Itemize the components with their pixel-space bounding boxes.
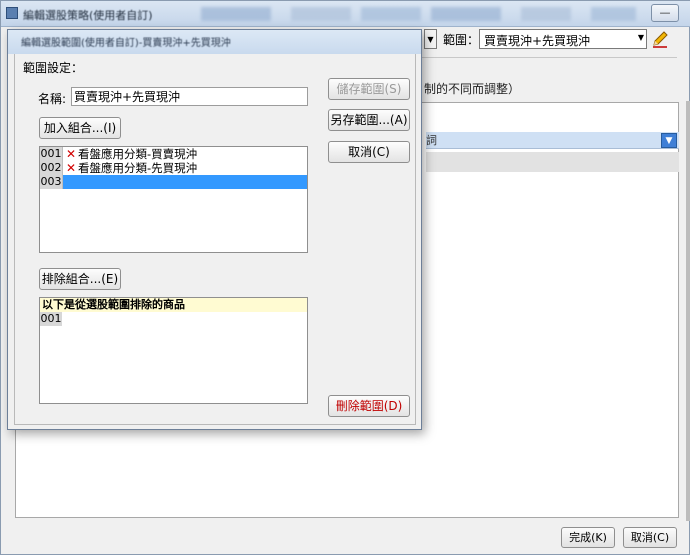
row-number: 002 [40,161,63,175]
list-item[interactable]: 002 ✕ 看盤應用分類-先買現沖 [40,161,307,175]
toolbar-item-blurred[interactable] [361,7,421,21]
toolbar-item-blurred[interactable] [591,7,636,21]
chevron-down-icon[interactable]: ▼ [424,29,437,49]
main-window-title: 編輯選股策略(使用者自訂) [23,9,153,22]
save-as-button[interactable]: 另存範圍...(A) [328,109,410,131]
grid-row[interactable] [426,152,679,172]
combo-list[interactable]: 001 ✕ 看盤應用分類-買賣現沖 002 ✕ 看盤應用分類-先買現沖 003 [39,146,308,253]
cancel-button[interactable]: 取消(C) [328,141,410,163]
list-item[interactable]: 001 ✕ 看盤應用分類-買賣現沖 [40,147,307,161]
exclude-combo-button[interactable]: 排除組合...(E) [39,268,121,290]
combo-name: 看盤應用分類-買賣現沖 [78,147,198,161]
row-number[interactable]: 001 [40,312,62,326]
scrollbar[interactable] [686,101,690,521]
save-range-button[interactable]: 儲存範圍(S) [328,78,410,100]
edit-range-dialog: 編輯選股範圍(使用者自訂)-買賣現沖+先買現沖 範圍設定： 名稱: 加入組合..… [7,29,422,430]
pencil-icon[interactable] [651,30,669,48]
delete-range-button[interactable]: 刪除範圍(D) [328,395,410,417]
main-titlebar: 編輯選股策略(使用者自訂) — [1,1,690,27]
list-item-selected[interactable]: 003 [40,175,307,189]
add-combo-button[interactable]: 加入組合...(I) [39,117,121,139]
row-number: 001 [40,147,63,161]
divider [419,57,677,58]
dialog-title: 編輯選股範圍(使用者自訂)-買賣現沖+先買現沖 [21,38,231,49]
grid-header-text: 詞 [426,134,437,147]
section-label: 範圍設定： [23,61,84,75]
toolbar-item-blurred[interactable] [291,7,351,21]
toolbar-item-blurred[interactable] [431,7,501,21]
range-select[interactable]: 買賣現沖+先買現沖 ▼ [479,29,647,49]
note-text: 制的不同而調整） [424,82,521,96]
toolbar-item-blurred[interactable] [521,7,571,21]
expand-icon[interactable]: ▼ [661,133,677,148]
row-number: 003 [40,175,63,189]
main-cancel-button[interactable]: 取消(C) [623,527,677,548]
minimize-button[interactable]: — [651,4,679,22]
done-button[interactable]: 完成(K) [561,527,615,548]
exclude-list[interactable]: 以下是從選股範圍排除的商品 001 [39,297,308,404]
toolbar-item-blurred[interactable] [201,7,271,21]
grid-header [426,132,679,149]
dialog-body: 範圍設定： 名稱: 加入組合...(I) 001 ✕ 看盤應用分類-買賣現沖 0… [14,54,416,425]
range-label: 範圍： [443,33,480,47]
exclude-list-header: 以下是從選股範圍排除的商品 [40,298,307,312]
x-icon[interactable]: ✕ [66,147,76,161]
dialog-titlebar[interactable]: 編輯選股範圍(使用者自訂)-買賣現沖+先買現沖 [8,30,421,54]
combo-name: 看盤應用分類-先買現沖 [78,161,198,175]
name-input[interactable] [71,87,308,106]
x-icon[interactable]: ✕ [66,161,76,175]
chevron-down-icon: ▼ [637,33,644,42]
range-select-value: 買賣現沖+先買現沖 [484,34,591,48]
app-icon [6,7,18,19]
name-label: 名稱: [38,92,67,106]
